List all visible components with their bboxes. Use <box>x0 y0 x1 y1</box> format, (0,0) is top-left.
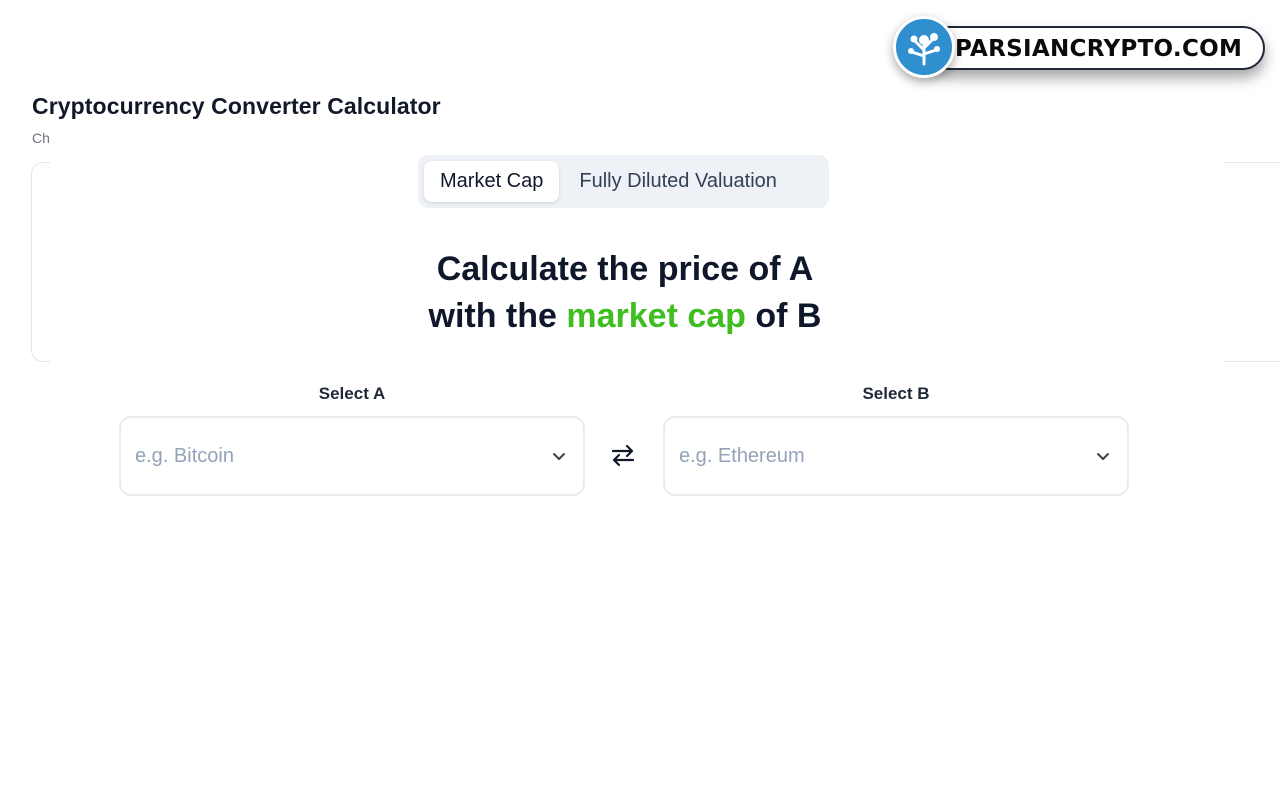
watermark-circle <box>893 16 955 78</box>
page-title: Cryptocurrency Converter Calculator <box>32 93 441 119</box>
chevron-down-icon <box>553 453 565 460</box>
headline-accent: market cap <box>566 297 746 335</box>
swap-arrows-icon <box>611 444 635 467</box>
page: Cryptocurrency Converter Calculator Ch M… <box>0 0 1280 800</box>
headline-line-2-pre: with the <box>428 297 567 335</box>
select-b-placeholder: e.g. Ethereum <box>679 444 805 467</box>
watermark-logo: PARSIANCRYPTO.COM <box>893 16 1267 80</box>
page-subtitle: Ch <box>32 130 50 146</box>
tree-logo-icon <box>908 33 940 66</box>
chevron-down-icon <box>1097 453 1109 460</box>
select-a-dropdown[interactable]: e.g. Bitcoin <box>119 416 585 496</box>
headline-line-2: with the market cap of B <box>340 293 910 340</box>
tab-market-cap[interactable]: Market Cap <box>424 161 560 202</box>
select-b-dropdown[interactable]: e.g. Ethereum <box>663 416 1129 496</box>
headline: Calculate the price of A with the market… <box>340 246 910 340</box>
tab-fully-diluted-valuation[interactable]: Fully Diluted Valuation <box>563 161 793 202</box>
headline-line-1: Calculate the price of A <box>436 250 814 288</box>
select-b-label: Select B <box>862 384 930 403</box>
valuation-tabs: Market Cap Fully Diluted Valuation <box>418 155 829 208</box>
select-a-label: Select A <box>318 384 386 403</box>
watermark-text: PARSIANCRYPTO.COM <box>955 36 1243 62</box>
headline-line-2-post: of B <box>745 297 822 335</box>
swap-button[interactable] <box>606 438 640 472</box>
select-a-placeholder: e.g. Bitcoin <box>135 444 234 467</box>
